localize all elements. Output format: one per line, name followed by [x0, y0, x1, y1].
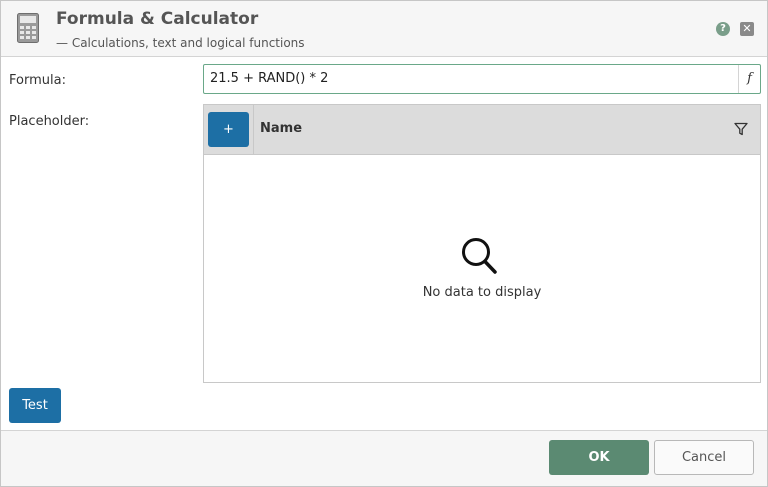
- search-icon: [462, 238, 497, 274]
- test-button[interactable]: Test: [9, 388, 61, 423]
- column-divider: [253, 105, 254, 155]
- help-icon[interactable]: ?: [716, 22, 730, 36]
- dialog-subtitle: — Calculations, text and logical functio…: [56, 36, 305, 50]
- placeholder-grid: + Name No data to display: [203, 104, 761, 383]
- grid-header: + Name: [204, 105, 760, 155]
- calculator-icon: [17, 13, 39, 43]
- cancel-button[interactable]: Cancel: [654, 440, 754, 475]
- placeholder-label: Placeholder:: [9, 114, 90, 129]
- dialog-header: Formula & Calculator — Calculations, tex…: [1, 1, 767, 57]
- formula-value[interactable]: 21.5 + RAND() * 2: [210, 71, 328, 86]
- formula-input[interactable]: 21.5 + RAND() * 2 f: [203, 64, 761, 94]
- formula-label: Formula:: [9, 73, 66, 88]
- dialog-title: Formula & Calculator: [56, 9, 259, 29]
- dialog-footer: OK Cancel: [1, 430, 767, 486]
- filter-icon[interactable]: [734, 122, 748, 136]
- column-header-name[interactable]: Name: [260, 121, 302, 136]
- close-icon[interactable]: ✕: [740, 22, 754, 36]
- ok-button[interactable]: OK: [549, 440, 649, 475]
- function-picker-button[interactable]: f: [738, 65, 760, 93]
- add-placeholder-button[interactable]: +: [208, 112, 249, 147]
- formula-calculator-dialog: Formula & Calculator — Calculations, tex…: [0, 0, 768, 487]
- empty-state-text: No data to display: [422, 285, 542, 300]
